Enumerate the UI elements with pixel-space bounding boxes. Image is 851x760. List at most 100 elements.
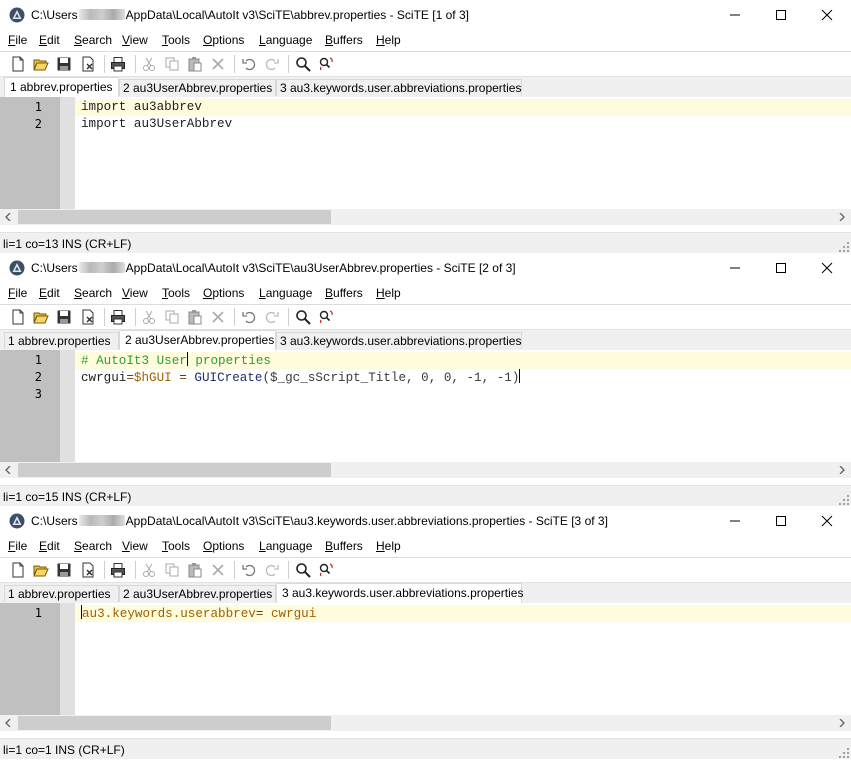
replace-button[interactable] bbox=[317, 561, 335, 579]
menu-item-edit[interactable]: Edit bbox=[39, 286, 60, 300]
print-button[interactable] bbox=[109, 308, 127, 326]
horizontal-scrollbar[interactable] bbox=[0, 715, 851, 731]
fold-margin[interactable] bbox=[60, 350, 75, 462]
menu-item-options[interactable]: Options bbox=[203, 33, 244, 47]
menu-item-help[interactable]: Help bbox=[376, 33, 401, 47]
replace-button[interactable] bbox=[317, 55, 335, 73]
maximize-button[interactable] bbox=[758, 253, 804, 283]
close-button[interactable] bbox=[804, 0, 850, 30]
code-line[interactable]: import au3abbrev bbox=[75, 99, 851, 116]
undo-button[interactable] bbox=[240, 55, 258, 73]
copy-button[interactable] bbox=[163, 55, 181, 73]
new-file-button[interactable] bbox=[9, 55, 27, 73]
delete-button[interactable] bbox=[209, 55, 227, 73]
minimize-button[interactable] bbox=[712, 253, 758, 283]
cut-button[interactable] bbox=[140, 561, 158, 579]
code-line[interactable]: au3.keywords.userabbrev= cwrgui bbox=[75, 605, 851, 622]
cut-button[interactable] bbox=[140, 55, 158, 73]
scrollbar-thumb[interactable] bbox=[18, 716, 331, 730]
print-button[interactable] bbox=[109, 561, 127, 579]
scite-app-icon[interactable] bbox=[9, 513, 25, 529]
menu-item-buffers[interactable]: Buffers bbox=[325, 286, 363, 300]
menu-item-search[interactable]: Search bbox=[74, 33, 112, 47]
scroll-left-icon[interactable] bbox=[4, 213, 12, 221]
save-button[interactable] bbox=[55, 308, 73, 326]
paste-button[interactable] bbox=[186, 308, 204, 326]
tab-2[interactable]: 2 au3UserAbbrev.properties bbox=[119, 79, 276, 96]
scroll-right-icon[interactable] bbox=[838, 719, 846, 727]
fold-margin[interactable] bbox=[60, 97, 75, 209]
scroll-right-icon[interactable] bbox=[838, 213, 846, 221]
menu-item-language[interactable]: Language bbox=[259, 286, 312, 300]
tab-3[interactable]: 3 au3.keywords.user.abbreviations.proper… bbox=[276, 583, 523, 603]
print-button[interactable] bbox=[109, 55, 127, 73]
scrollbar-thumb[interactable] bbox=[18, 210, 331, 224]
find-button[interactable] bbox=[294, 308, 312, 326]
editor-area[interactable]: 1 au3.keywords.userabbrev= cwrgui bbox=[0, 603, 851, 715]
scite-app-icon[interactable] bbox=[9, 260, 25, 276]
maximize-button[interactable] bbox=[758, 506, 804, 536]
paste-button[interactable] bbox=[186, 561, 204, 579]
redo-button[interactable] bbox=[263, 55, 281, 73]
menu-item-language[interactable]: Language bbox=[259, 539, 312, 553]
scroll-right-icon[interactable] bbox=[838, 466, 846, 474]
find-button[interactable] bbox=[294, 561, 312, 579]
new-file-button[interactable] bbox=[9, 561, 27, 579]
menu-item-language[interactable]: Language bbox=[259, 33, 312, 47]
menu-item-search[interactable]: Search bbox=[74, 286, 112, 300]
close-button[interactable] bbox=[804, 506, 850, 536]
scite-app-icon[interactable] bbox=[9, 7, 25, 23]
menu-item-file[interactable]: File bbox=[8, 33, 27, 47]
tab-3[interactable]: 3 au3.keywords.user.abbreviations.proper… bbox=[276, 79, 522, 96]
new-file-button[interactable] bbox=[9, 308, 27, 326]
tab-3[interactable]: 3 au3.keywords.user.abbreviations.proper… bbox=[276, 332, 522, 349]
code-line[interactable]: cwrgui=$hGUI = GUICreate($_gc_sScript_Ti… bbox=[75, 369, 851, 386]
replace-button[interactable] bbox=[317, 308, 335, 326]
menu-item-options[interactable]: Options bbox=[203, 286, 244, 300]
menu-item-file[interactable]: File bbox=[8, 539, 27, 553]
scroll-left-icon[interactable] bbox=[4, 466, 12, 474]
tab-1[interactable]: 1 abbrev.properties bbox=[4, 332, 119, 349]
close-button[interactable] bbox=[804, 253, 850, 283]
code-line[interactable]: import au3UserAbbrev bbox=[75, 116, 851, 133]
menu-item-tools[interactable]: Tools bbox=[162, 286, 190, 300]
menu-item-tools[interactable]: Tools bbox=[162, 33, 190, 47]
close-file-button[interactable] bbox=[79, 561, 97, 579]
menu-item-buffers[interactable]: Buffers bbox=[325, 539, 363, 553]
menu-item-file[interactable]: File bbox=[8, 286, 27, 300]
copy-button[interactable] bbox=[163, 561, 181, 579]
menu-item-view[interactable]: View bbox=[122, 33, 148, 47]
menu-item-buffers[interactable]: Buffers bbox=[325, 33, 363, 47]
minimize-button[interactable] bbox=[712, 0, 758, 30]
menu-item-options[interactable]: Options bbox=[203, 539, 244, 553]
menu-item-help[interactable]: Help bbox=[376, 539, 401, 553]
tab-1[interactable]: 1 abbrev.properties bbox=[4, 77, 119, 97]
close-file-button[interactable] bbox=[79, 308, 97, 326]
tab-2[interactable]: 2 au3UserAbbrev.properties bbox=[119, 585, 276, 602]
scroll-left-icon[interactable] bbox=[4, 719, 12, 727]
code-line[interactable]: # AutoIt3 User properties bbox=[75, 352, 851, 369]
resize-grip-icon[interactable] bbox=[839, 242, 849, 252]
save-button[interactable] bbox=[55, 561, 73, 579]
title-bar[interactable]: C:\Users AppData\Local\AutoIt v3\SciTE\au… bbox=[0, 506, 851, 536]
copy-button[interactable] bbox=[163, 308, 181, 326]
tab-2[interactable]: 2 au3UserAbbrev.properties bbox=[119, 330, 276, 350]
menu-item-edit[interactable]: Edit bbox=[39, 539, 60, 553]
redo-button[interactable] bbox=[263, 561, 281, 579]
find-button[interactable] bbox=[294, 55, 312, 73]
menu-item-search[interactable]: Search bbox=[74, 539, 112, 553]
resize-grip-icon[interactable] bbox=[839, 748, 849, 758]
paste-button[interactable] bbox=[186, 55, 204, 73]
horizontal-scrollbar[interactable] bbox=[0, 462, 851, 478]
undo-button[interactable] bbox=[240, 308, 258, 326]
scrollbar-thumb[interactable] bbox=[18, 463, 331, 477]
horizontal-scrollbar[interactable] bbox=[0, 209, 851, 225]
cut-button[interactable] bbox=[140, 308, 158, 326]
fold-margin[interactable] bbox=[60, 603, 75, 715]
editor-area[interactable]: 1 # AutoIt3 User properties 2 cwrgui=$hGUI … bbox=[0, 350, 851, 462]
editor-area[interactable]: 1 import au3abbrev 2 import au3UserAbbrev bbox=[0, 97, 851, 209]
open-folder-button[interactable] bbox=[32, 55, 50, 73]
menu-item-view[interactable]: View bbox=[122, 539, 148, 553]
code-line[interactable] bbox=[75, 386, 851, 403]
menu-item-edit[interactable]: Edit bbox=[39, 33, 60, 47]
